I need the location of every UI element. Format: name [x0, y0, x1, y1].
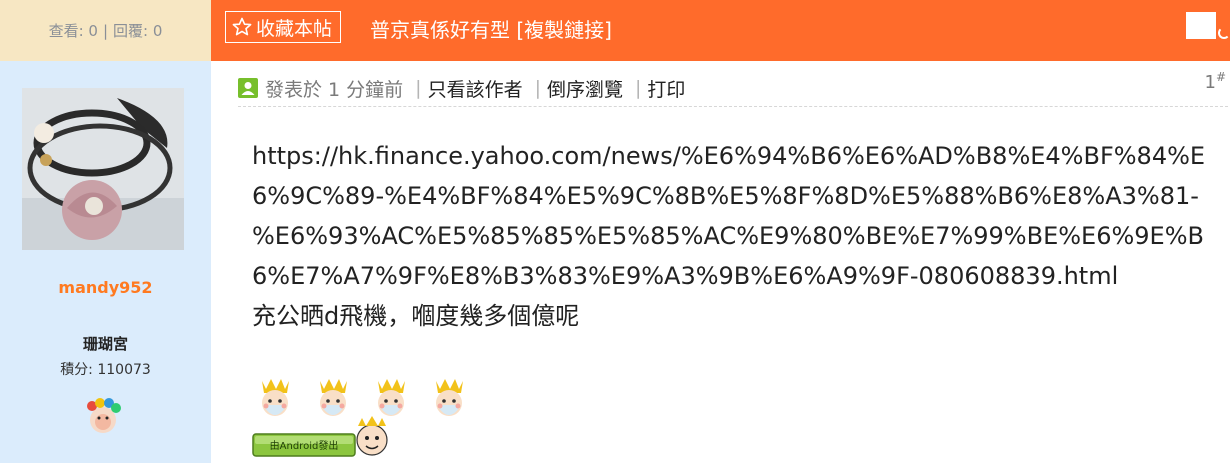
reverse-order-link[interactable]: 倒序瀏覽	[547, 75, 623, 102]
favorite-button[interactable]: 收藏本帖	[225, 11, 342, 43]
post-message: 充公晒d飛機，嗰度幾多個億呢	[252, 302, 580, 330]
thread-title: 普京真係好有型 [複製鏈接]	[370, 14, 612, 43]
star-icon	[232, 17, 252, 36]
year-medal-icon[interactable]	[84, 398, 122, 436]
author-sidebar: mandy952 珊瑚宮 積分: 110073	[0, 61, 211, 463]
floor-mark: #	[1215, 70, 1226, 84]
corner-hook-icon	[1218, 27, 1230, 39]
online-user-icon	[238, 78, 258, 98]
meta-divider: |	[534, 77, 541, 99]
thread-title-bar: 收藏本帖 普京真係好有型 [複製鏈接]	[211, 0, 1230, 61]
meta-divider: |	[415, 77, 422, 99]
meta-divider: |	[635, 77, 642, 99]
avatar[interactable]	[22, 88, 184, 250]
thread-title-text: 普京真係好有型	[370, 18, 510, 42]
replies-count: 回覆: 0	[113, 22, 163, 40]
only-author-link[interactable]: 只看該作者	[428, 75, 523, 102]
author-points: 積分: 110073	[60, 362, 151, 378]
android-badge-text: 由Android發出	[270, 439, 339, 452]
print-link[interactable]: 打印	[647, 75, 685, 102]
post-meta-bar: 發表於 1 分鐘前 | 只看該作者 | 倒序瀏覽 | 打印 1#	[238, 70, 1228, 106]
thread-stats: 查看: 0 | 回覆: 0	[0, 0, 211, 61]
crowned-baby-emoticon-icon	[436, 379, 463, 416]
post-time: 發表於 1 分鐘前	[265, 78, 404, 101]
floor-number-value: 1	[1204, 72, 1216, 93]
stats-separator: |	[102, 21, 109, 40]
avatar-image	[22, 88, 184, 250]
floor-number[interactable]: 1#	[1204, 70, 1226, 93]
post-content: https://hk.finance.yahoo.com/news/%E6%94…	[252, 136, 1212, 336]
android-badge-icon[interactable]: 由Android發出	[252, 414, 392, 460]
window-box-icon[interactable]	[1186, 12, 1216, 39]
post-url-text: https://hk.finance.yahoo.com/news/%E6%94…	[252, 142, 1206, 290]
author-username[interactable]: mandy952	[0, 278, 211, 297]
copy-link-button[interactable]: [複製鏈接]	[516, 18, 612, 42]
favorite-label: 收藏本帖	[256, 17, 333, 40]
views-count: 查看: 0	[48, 22, 98, 40]
meta-divider-line	[238, 106, 1228, 107]
author-group: 珊瑚宮	[82, 335, 128, 353]
